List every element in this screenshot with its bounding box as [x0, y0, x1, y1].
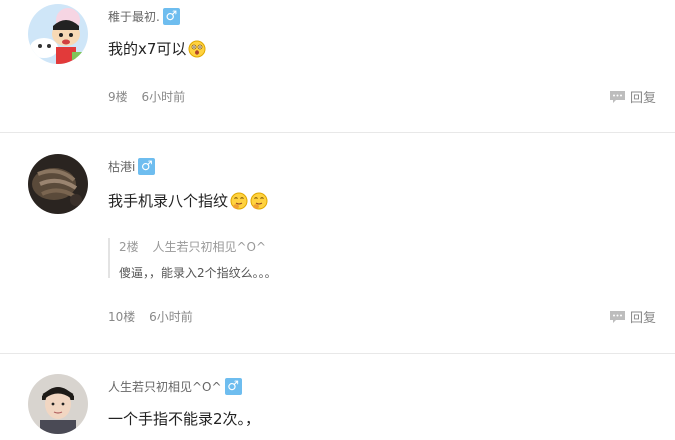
- comment-bubble-icon: [609, 90, 625, 103]
- comment-content: 我的x7可以: [108, 38, 206, 59]
- floor-number: 9楼: [108, 90, 128, 104]
- comment-content: 我手机录八个指纹: [108, 190, 268, 211]
- comment-item: 稚于最初. ♂ 我的x7可以 9楼 6小时前 回复: [0, 0, 675, 133]
- surprised-face-icon: [188, 40, 206, 57]
- reply-button[interactable]: 回复: [609, 307, 656, 326]
- username[interactable]: 稚于最初. ♂: [108, 8, 180, 25]
- comment-item: 人生若只初相见^O^ ♂ 一个手指不能录2次。，: [0, 354, 675, 440]
- comment-item: 枯港i ♂ 我手机录八个指纹 2楼 人生若只初相见^O^ 傻逼，，能录入2个指纹…: [0, 133, 675, 354]
- quote-author[interactable]: 人生若只初相见^O^: [152, 240, 266, 254]
- timestamp: 6小时前: [149, 310, 193, 324]
- username[interactable]: 枯港i ♂: [108, 158, 156, 175]
- reply-button[interactable]: 回复: [609, 87, 656, 106]
- avatar[interactable]: [28, 374, 88, 434]
- avatar[interactable]: [28, 4, 88, 64]
- quote-floor: 2楼: [119, 240, 139, 254]
- thinking-face-icon: [230, 192, 248, 209]
- comment-meta: 10楼 6小时前: [108, 308, 193, 325]
- quote-meta: 2楼 人生若只初相见^O^: [119, 238, 408, 255]
- floor-number: 10楼: [108, 310, 136, 324]
- thinking-face-icon: [250, 192, 268, 209]
- quote-text: 傻逼，，能录入2个指纹么。。。: [119, 266, 277, 280]
- male-icon: ♂: [162, 8, 180, 25]
- avatar[interactable]: [28, 154, 88, 214]
- comment-bubble-icon: [609, 310, 625, 323]
- comment-content: 一个手指不能录2次。，: [108, 410, 261, 428]
- username[interactable]: 人生若只初相见^O^ ♂: [108, 378, 242, 395]
- male-icon: ♂: [224, 378, 242, 395]
- quoted-reply: 2楼 人生若只初相见^O^ 傻逼，，能录入2个指纹么。。。: [108, 238, 408, 280]
- timestamp: 6小时前: [141, 90, 186, 104]
- male-icon: ♂: [138, 158, 156, 175]
- comment-meta: 9楼 6小时前: [108, 88, 185, 105]
